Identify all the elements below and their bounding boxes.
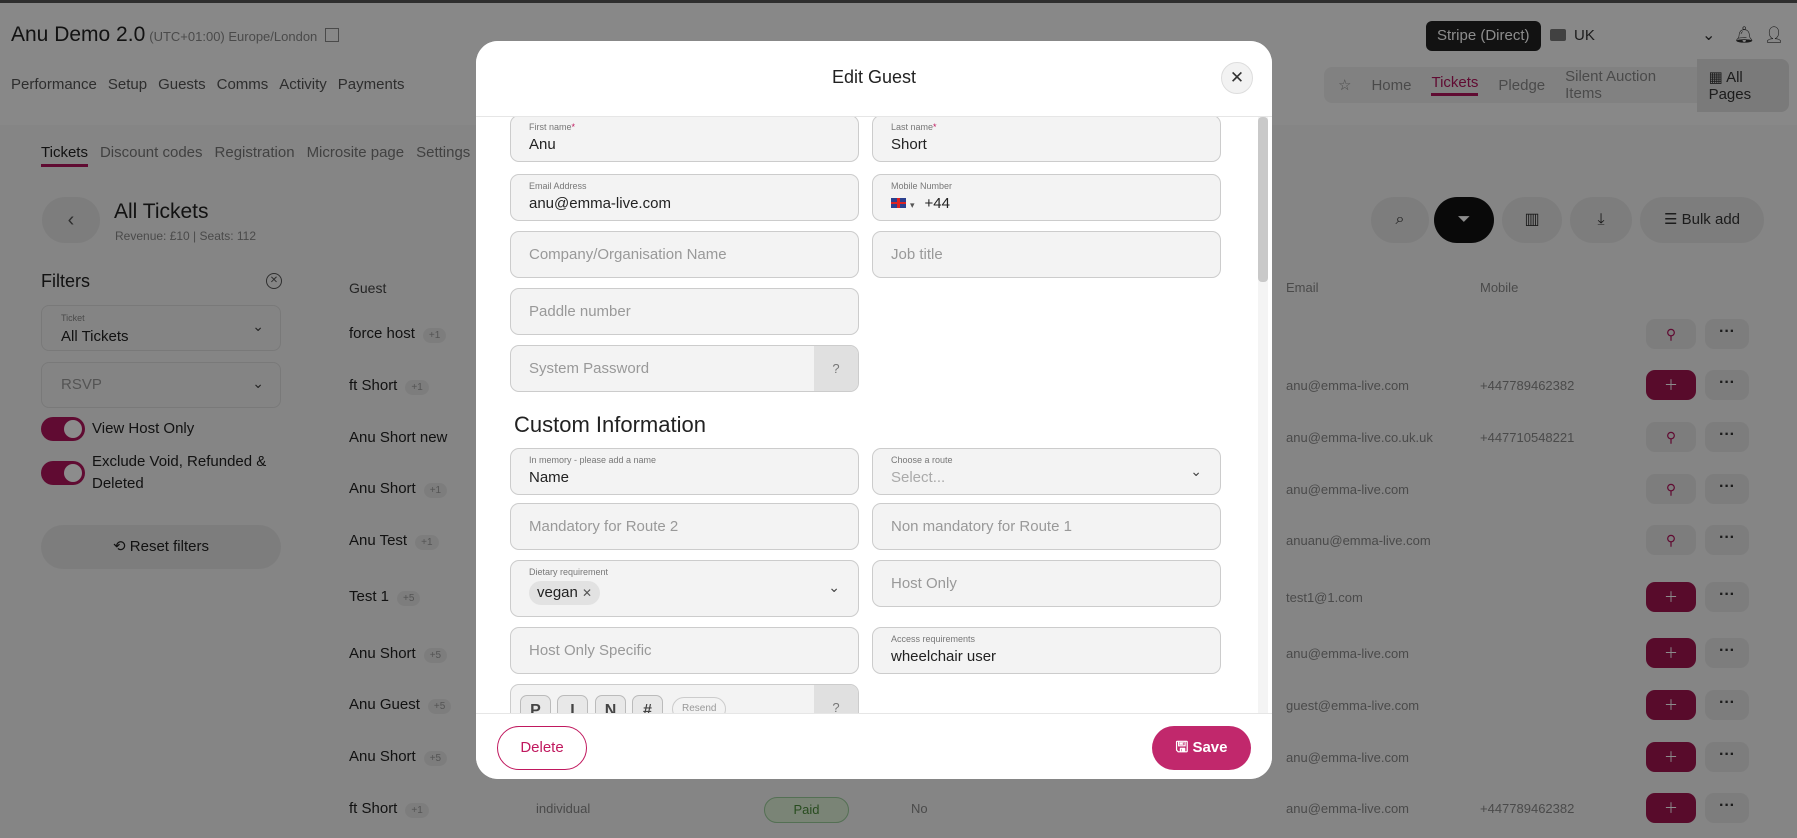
close-icon[interactable]: ✕: [1221, 62, 1253, 94]
job-title-field[interactable]: Job title: [872, 231, 1221, 278]
last-name-field[interactable]: Last name* Short: [872, 117, 1221, 162]
paddle-number-field[interactable]: Paddle number: [510, 288, 859, 335]
non-mandatory-route1-field[interactable]: Non mandatory for Route 1: [872, 503, 1221, 550]
access-requirements-field[interactable]: Access requirements wheelchair user: [872, 627, 1221, 674]
chevron-down-icon: ⌄: [1190, 463, 1202, 479]
help-icon[interactable]: ?: [814, 685, 858, 713]
pin-field[interactable]: P I N # Resend ?: [510, 684, 859, 713]
host-only-specific-field[interactable]: Host Only Specific: [510, 627, 859, 674]
format-i-button[interactable]: I: [557, 695, 588, 713]
help-icon[interactable]: ?: [814, 346, 858, 391]
format-hash-button[interactable]: #: [632, 695, 663, 713]
format-n-button[interactable]: N: [595, 695, 626, 713]
chevron-down-icon: ⌄: [828, 579, 840, 595]
dietary-requirement-select[interactable]: Dietary requirement vegan ✕ ⌄: [510, 560, 859, 617]
remove-chip-icon[interactable]: ✕: [582, 586, 592, 600]
in-memory-field[interactable]: In memory - please add a name Name: [510, 448, 859, 495]
system-password-field[interactable]: System Password ?: [510, 345, 859, 392]
choose-route-select[interactable]: Choose a route Select... ⌄: [872, 448, 1221, 495]
scrollbar-thumb[interactable]: [1258, 117, 1268, 282]
modal-body: First name* Anu Last name* Short Email A…: [476, 117, 1256, 713]
uk-flag-icon[interactable]: [891, 198, 906, 208]
delete-button[interactable]: Delete: [497, 726, 587, 770]
email-field[interactable]: Email Address anu@emma-live.com: [510, 174, 859, 221]
first-name-field[interactable]: First name* Anu: [510, 117, 859, 162]
edit-guest-modal: Edit Guest ✕ First name* Anu Last name* …: [476, 41, 1272, 779]
host-only-field[interactable]: Host Only: [872, 560, 1221, 607]
dietary-chip: vegan ✕: [529, 581, 601, 605]
save-icon: 🖫: [1175, 739, 1189, 756]
modal-title: Edit Guest: [831, 67, 917, 87]
format-p-button[interactable]: P: [520, 695, 551, 713]
modal-header: Edit Guest ✕: [476, 41, 1272, 117]
company-field[interactable]: Company/Organisation Name: [510, 231, 859, 278]
mobile-field[interactable]: Mobile Number ▾ +44: [872, 174, 1221, 221]
mandatory-route2-field[interactable]: Mandatory for Route 2: [510, 503, 859, 550]
custom-information-heading: Custom Information: [514, 412, 706, 437]
resend-button[interactable]: Resend: [672, 697, 727, 713]
modal-footer: Delete 🖫 Save: [476, 713, 1272, 779]
save-button[interactable]: 🖫 Save: [1152, 726, 1251, 770]
